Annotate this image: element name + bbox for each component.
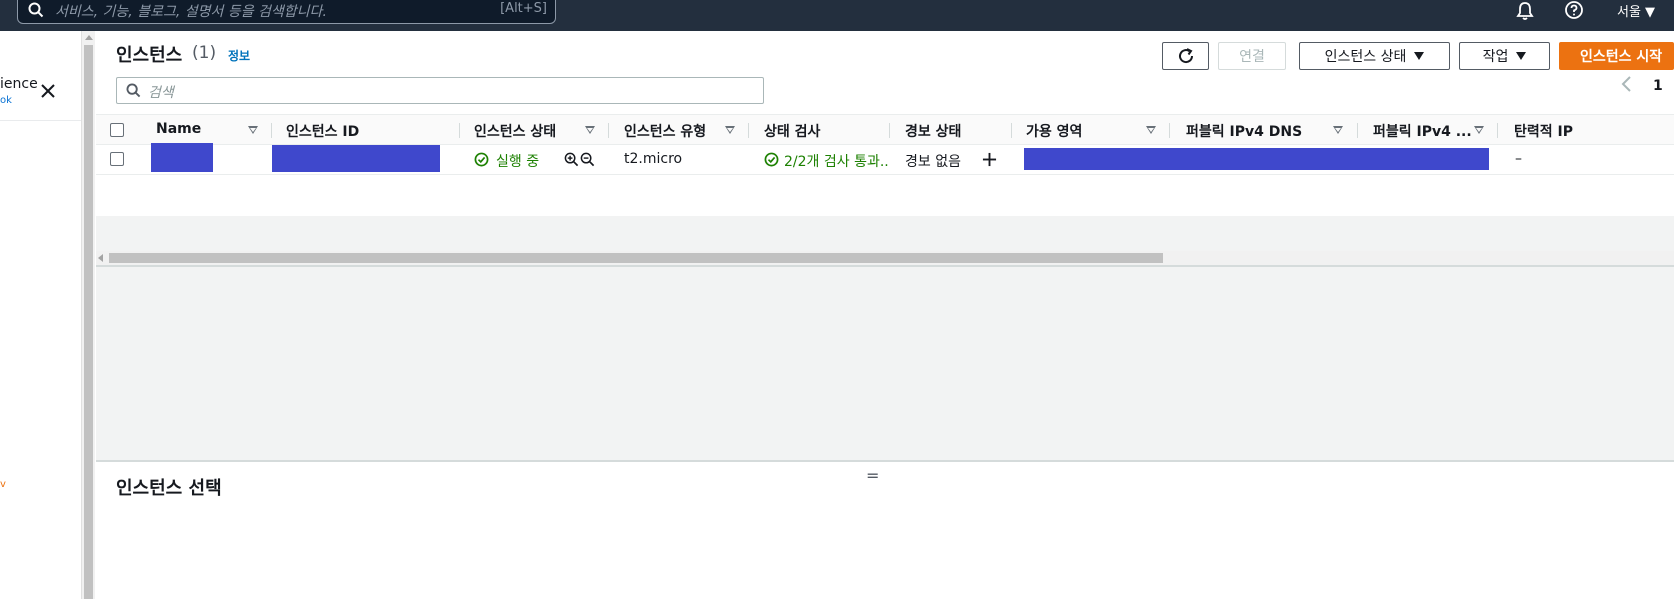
column-public-ipv4-dns[interactable]: 퍼블릭 IPv4 DNS [1186, 121, 1302, 141]
column-divider[interactable] [1357, 123, 1358, 138]
sort-icon[interactable] [1146, 126, 1156, 134]
bell-icon[interactable] [1514, 0, 1536, 22]
column-divider[interactable] [748, 123, 749, 138]
column-availability-zone[interactable]: 가용 영역 [1026, 121, 1082, 141]
search-icon [28, 2, 44, 18]
column-public-ipv4[interactable]: 퍼블릭 IPv4 ... [1373, 121, 1472, 141]
search-shortcut: [Alt+S] [500, 1, 547, 16]
side-panel-heading: ience [0, 76, 38, 92]
zoom-out-icon[interactable] [580, 152, 595, 167]
search-placeholder: 서비스, 기능, 블로그, 설명서 등을 검색합니다. [55, 4, 327, 20]
divider [0, 120, 81, 121]
refresh-button[interactable] [1162, 42, 1209, 70]
caret-down-icon [1414, 52, 1425, 60]
global-search-input[interactable]: 서비스, 기능, 블로그, 설명서 등을 검색합니다. [Alt+S] [17, 0, 556, 24]
launch-label: 인스턴스 시작 [1580, 49, 1663, 65]
previous-page-icon[interactable] [1619, 75, 1635, 93]
page-title: 인스턴스 [116, 45, 183, 66]
search-input[interactable]: 검색 [116, 77, 764, 104]
column-instance-type[interactable]: 인스턴스 유형 [624, 121, 706, 141]
horizontal-scrollbar[interactable] [96, 251, 1674, 265]
redacted-instance-id [272, 145, 440, 172]
scroll-up-icon[interactable] [85, 35, 93, 40]
help-icon[interactable] [1563, 0, 1585, 22]
column-elastic-ip[interactable]: 탄력적 IP [1514, 121, 1573, 141]
close-icon[interactable] [40, 83, 56, 99]
column-instance-state[interactable]: 인스턴스 상태 [474, 121, 556, 141]
column-status-check[interactable]: 상태 검사 [764, 121, 820, 141]
table-row[interactable]: 실행 중 t2.micro 2/2개 검사 통과... 경보 없음 – [96, 143, 1674, 175]
table-header: Name 인스턴스 ID 인스턴스 상태 인스턴스 유형 상태 검사 경보 상태… [96, 114, 1674, 145]
actions-label: 작업 [1482, 49, 1509, 65]
drag-handle-icon[interactable]: = [866, 466, 879, 485]
instance-type-value: t2.micro [624, 151, 683, 167]
info-link[interactable]: 정보 [228, 47, 250, 64]
column-name[interactable]: Name [156, 121, 201, 137]
instance-state-dropdown[interactable]: 인스턴스 상태 [1299, 42, 1450, 70]
scroll-left-icon[interactable] [98, 254, 103, 262]
column-alarm-status[interactable]: 경보 상태 [905, 121, 961, 141]
details-title: 인스턴스 선택 [116, 478, 222, 499]
alarm-status-value: 경보 없음 [905, 154, 961, 170]
column-divider[interactable] [1497, 123, 1498, 138]
region-selector[interactable]: 서울 ▼ [1617, 1, 1655, 20]
elastic-ip-value: – [1515, 151, 1522, 167]
actions-dropdown[interactable]: 작업 [1459, 42, 1550, 70]
search-icon [126, 83, 141, 98]
row-checkbox[interactable] [110, 152, 124, 166]
scrollbar-thumb[interactable] [109, 253, 1163, 263]
check-circle-icon [764, 152, 779, 167]
vertical-scrollbar[interactable] [81, 31, 95, 599]
column-divider[interactable] [1169, 123, 1170, 138]
divider [96, 265, 1674, 267]
column-instance-id[interactable]: 인스턴스 ID [286, 121, 359, 141]
side-panel-link[interactable]: ok [0, 95, 12, 106]
instance-state-value: 실행 중 [496, 154, 540, 170]
instance-state-label: 인스턴스 상태 [1324, 49, 1407, 65]
status-check-value[interactable]: 2/2개 검사 통과... [784, 151, 890, 171]
top-navigation: 서비스, 기능, 블로그, 설명서 등을 검색합니다. [Alt+S] 서울 ▼ [0, 0, 1674, 31]
zoom-in-icon[interactable] [564, 152, 579, 167]
sort-icon[interactable] [248, 126, 258, 134]
side-panel-link-2[interactable]: v [0, 479, 6, 490]
scrollbar-thumb[interactable] [84, 45, 93, 599]
launch-instances-button[interactable]: 인스턴스 시작 [1559, 42, 1674, 70]
select-all-checkbox[interactable] [110, 123, 124, 137]
column-divider[interactable] [459, 123, 460, 138]
search-placeholder: 검색 [148, 85, 174, 101]
instances-table: Name 인스턴스 ID 인스턴스 상태 인스턴스 유형 상태 검사 경보 상태… [96, 114, 1674, 267]
column-divider[interactable] [608, 123, 609, 138]
sort-icon[interactable] [1333, 126, 1343, 134]
column-divider[interactable] [271, 123, 272, 138]
instance-count: (1) [192, 43, 217, 63]
sort-icon[interactable] [585, 126, 595, 134]
redacted-zone-and-dns [1024, 148, 1489, 170]
check-circle-icon [474, 152, 489, 167]
connect-button[interactable]: 연결 [1218, 42, 1286, 70]
sort-icon[interactable] [725, 126, 735, 134]
details-panel: = 인스턴스 선택 [96, 462, 1674, 599]
refresh-icon [1178, 48, 1193, 64]
redacted-name [151, 143, 213, 172]
column-divider[interactable] [889, 123, 890, 138]
current-page-number[interactable]: 1 [1653, 78, 1663, 94]
sort-icon[interactable] [1474, 126, 1484, 134]
column-divider[interactable] [1011, 123, 1012, 138]
plus-icon[interactable] [982, 152, 997, 167]
caret-down-icon [1516, 52, 1527, 60]
main-content: 인스턴스 (1) 정보 연결 인스턴스 상태 작업 인스턴스 시작 검색 1 N… [96, 31, 1674, 599]
instances-header: 인스턴스 (1) 정보 연결 인스턴스 상태 작업 인스턴스 시작 검색 1 [96, 31, 1674, 114]
side-panel: ience ok v [0, 31, 81, 599]
connect-label: 연결 [1239, 49, 1265, 65]
